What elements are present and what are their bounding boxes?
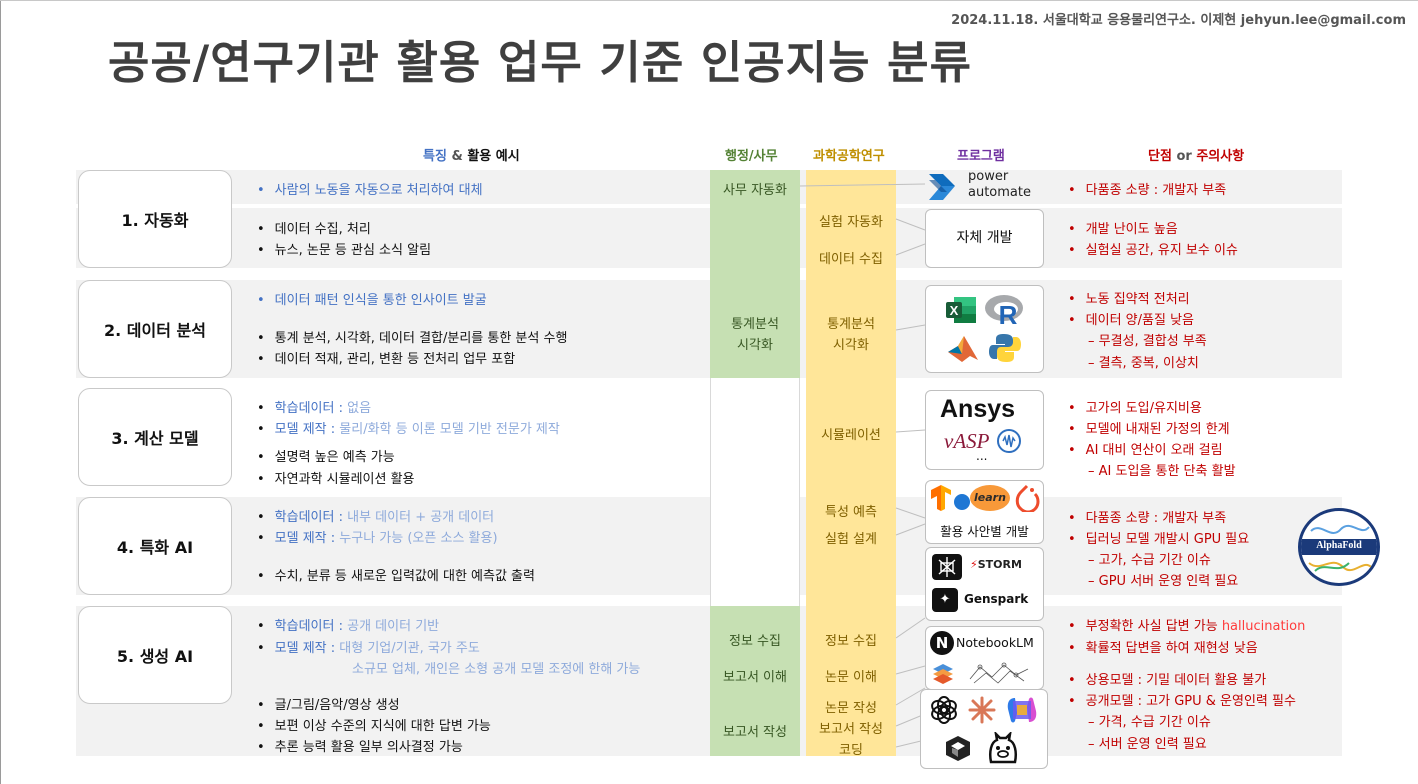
con-r5-f: – 서버 운영 인력 필요	[1088, 737, 1207, 752]
quantum-espresso-icon	[997, 429, 1021, 453]
con-r3-b: 모델에 내재된 가정의 한계	[1068, 418, 1230, 437]
tensorflow-icon	[931, 485, 951, 511]
con-r5-a: 부정확한 사실 답변 가능 hallucination	[1068, 615, 1306, 634]
chatgpt-icon	[931, 696, 957, 724]
alphafold-badge: AlphaFold	[1298, 508, 1380, 586]
r-language-icon: R	[985, 295, 1023, 328]
con-r5-e: – 가격, 수급 기간 이슈	[1088, 715, 1211, 730]
con-r4-b: 딥러닝 모델 개발시 GPU 필요	[1068, 528, 1250, 547]
scispace-icon	[933, 664, 953, 684]
notebook-ai-box: N NotebookLM	[925, 626, 1044, 690]
con-r2-a: 노동 집약적 전처리	[1068, 288, 1190, 307]
svg-text:X: X	[950, 303, 959, 318]
case-dev-label: 활용 사안별 개발	[940, 524, 1029, 539]
con-r4-c: – 고가, 수급 기간 이슈	[1088, 553, 1211, 568]
excel-icon: X	[946, 297, 976, 323]
cube-ai-icon	[946, 736, 970, 761]
power-automate-label-2: automate	[968, 185, 1031, 200]
con-r4-d: – GPU 서버 운영 인력 필요	[1088, 574, 1239, 589]
copilot-icon	[1007, 697, 1037, 723]
con-r5-d: 공개모델 : 고가 GPU & 운영인력 필수	[1068, 690, 1296, 709]
con-r4-a: 다품종 소량 : 개발자 부족	[1068, 507, 1227, 526]
research-ai-box: ⚡STORM ✦ Genspark	[925, 547, 1044, 621]
storm-logo: ⚡STORM	[970, 558, 1022, 571]
chat-ai-box	[920, 689, 1048, 769]
con-r1-b: 개발 난이도 높음	[1068, 218, 1178, 237]
genspark-icon: ✦	[932, 588, 958, 612]
claude-icon	[968, 696, 996, 724]
ollama-icon	[989, 732, 1017, 764]
con-r1-c: 실험실 공간, 유지 보수 이슈	[1068, 239, 1238, 258]
self-dev-box: 자체 개발	[925, 209, 1044, 268]
con-r3-c: AI 대비 연산이 오래 걸림	[1068, 439, 1223, 458]
power-automate-icon	[929, 174, 955, 200]
notebooklm-icon: N	[930, 631, 954, 655]
con-r3-a: 고가의 도입/유지비용	[1068, 397, 1202, 416]
svg-text:R: R	[999, 300, 1018, 328]
simulation-tools-box: Ansys vASP ...	[925, 390, 1044, 470]
ml-tools-box: learn 활용 사안별 개발	[925, 480, 1044, 544]
power-automate-logo: power automate	[925, 168, 1045, 206]
dot-icon	[954, 494, 970, 510]
con-r3-d: – AI 도입을 통한 단축 활발	[1088, 464, 1236, 479]
storm-bolt-icon: ⚡	[970, 558, 978, 571]
con-r2-b: 데이터 양/품질 낮음	[1068, 309, 1194, 328]
power-automate-label-1: power	[968, 169, 1009, 184]
con-r2-c: – 무결성, 결합성 부족	[1088, 334, 1207, 349]
con-r1-a: 다품종 소량 : 개발자 부족	[1068, 179, 1227, 198]
pytorch-icon	[1015, 484, 1040, 512]
python-icon	[989, 334, 1021, 362]
data-tools-box: X R	[925, 285, 1044, 373]
con-r5-c: 상용모델 : 기밀 데이터 활용 불가	[1068, 669, 1267, 688]
more-programs-ellipsis: ...	[976, 449, 988, 463]
connector-lines	[799, 183, 926, 748]
scikit-learn-logo: learn	[970, 485, 1010, 511]
con-r2-d: – 결측, 중복, 이상치	[1088, 356, 1199, 371]
perplexity-icon	[932, 554, 962, 580]
alphafold-label: AlphaFold	[1316, 540, 1362, 551]
genspark-label: Genspark	[964, 592, 1029, 606]
ansys-logo: Ansys	[940, 395, 1016, 423]
notebooklm-label: NotebookLM	[956, 635, 1034, 650]
matlab-icon	[948, 336, 978, 362]
con-r5-b: 확률적 답변을 하여 재현성 낮음	[1068, 637, 1258, 656]
sketch-network-icon	[969, 662, 1029, 684]
